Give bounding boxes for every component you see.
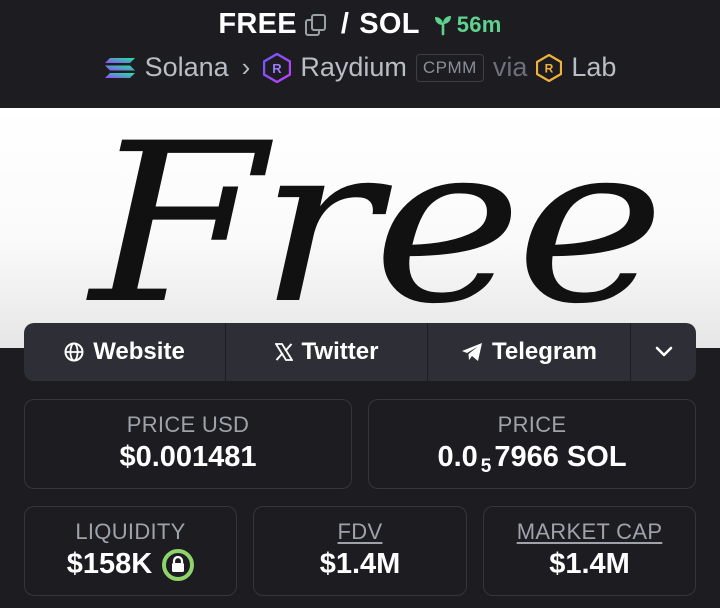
price-usd-card: PRICE USD $0.001481 (24, 399, 352, 489)
token-banner: Free (0, 108, 720, 348)
seedling-icon (434, 15, 451, 35)
telegram-icon (462, 343, 483, 361)
pair-title: FREE / SOL 56m (0, 8, 720, 41)
price-usd-value: $0.001481 (119, 441, 257, 473)
dex-link[interactable]: Raydium (300, 52, 407, 83)
fdv-card: FDV $1.4M (253, 506, 467, 596)
twitter-button[interactable]: Twitter (226, 323, 428, 381)
chain-link[interactable]: Solana (145, 52, 229, 83)
website-button[interactable]: Website (24, 323, 226, 381)
price-suffix: 7966 SOL (494, 441, 627, 473)
banner-text: Free (90, 108, 665, 348)
twitter-label: Twitter (301, 338, 379, 365)
via-label: via (492, 52, 528, 82)
pair-separator: / (340, 8, 350, 40)
price-usd-label: PRICE USD (126, 412, 250, 437)
liquidity-value: $158K (66, 548, 153, 580)
chevron-right-icon: › (241, 52, 251, 82)
copy-icon[interactable] (304, 13, 327, 36)
x-icon (274, 343, 293, 361)
market-cap-label[interactable]: MARKET CAP (484, 519, 695, 545)
pair-header: FREE / SOL 56m Solana › R Raydium CPMM v… (0, 0, 720, 108)
breadcrumb: Solana › R Raydium CPMM via R Lab (0, 52, 720, 83)
telegram-button[interactable]: Telegram (428, 323, 631, 381)
more-links-dropdown[interactable] (631, 323, 696, 381)
market-cap-card: MARKET CAP $1.4M (483, 506, 696, 596)
price-native-card: PRICE 0.0 5 7966 SOL (368, 399, 696, 489)
telegram-label: Telegram (492, 338, 597, 365)
liquidity-card: LIQUIDITY $158K (24, 506, 237, 596)
price-native-label: PRICE (497, 412, 567, 437)
svg-text:R: R (545, 61, 554, 75)
chevron-down-icon (655, 346, 673, 357)
solana-icon (104, 57, 135, 78)
website-label: Website (93, 338, 185, 365)
svg-text:R: R (273, 61, 283, 76)
price-zero-count: 5 (480, 455, 492, 477)
fdv-value: $1.4M (319, 548, 401, 580)
pair-age: 56m (432, 12, 502, 38)
launchpad-link[interactable]: Lab (571, 52, 616, 83)
age-text: 56m (456, 11, 502, 37)
market-cap-value: $1.4M (549, 548, 630, 580)
liquidity-label: LIQUIDITY (75, 519, 186, 544)
social-links-bar: Website Twitter Telegram (24, 323, 696, 381)
liquidity-value-row: $158K (25, 548, 236, 581)
raydium-icon: R (263, 52, 292, 83)
price-prefix: 0.0 (437, 441, 478, 473)
pool-type-badge: CPMM (415, 53, 484, 82)
lock-icon[interactable] (162, 548, 195, 581)
fdv-label[interactable]: FDV (254, 519, 466, 545)
base-token-symbol: FREE (218, 8, 297, 40)
price-native-value: 0.0 5 7966 SOL (369, 441, 695, 477)
lab-icon: R (536, 53, 563, 82)
quote-token-symbol: SOL (359, 8, 420, 40)
globe-icon (64, 342, 84, 362)
